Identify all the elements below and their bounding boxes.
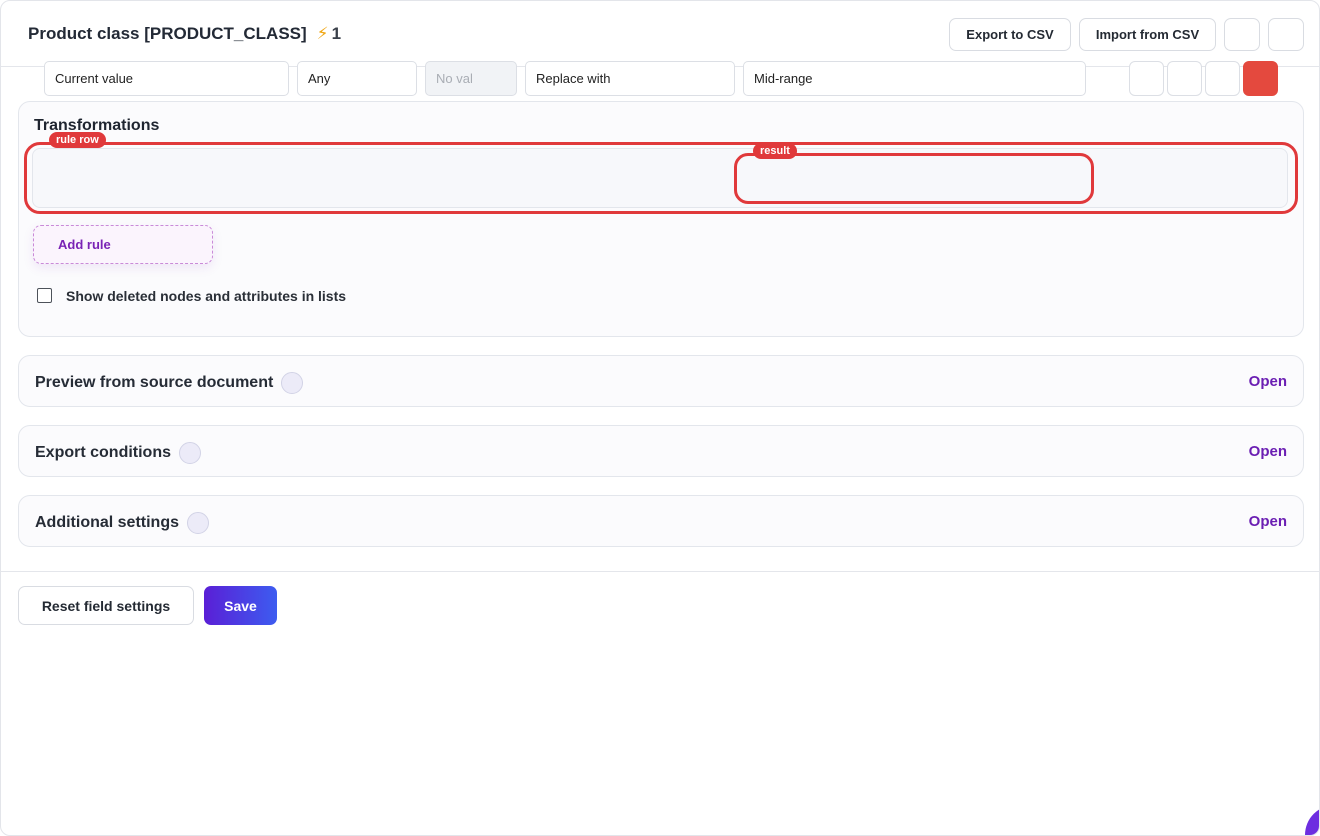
section-export-conditions-label: Export conditions <box>35 444 171 461</box>
page-title: Product class [PRODUCT_CLASS] ⚡ 1 <box>28 24 341 44</box>
duplicate-rule-button[interactable] <box>1205 61 1240 96</box>
section-export-conditions-open-link[interactable]: Open <box>1249 443 1287 460</box>
section-export-conditions-title: Export conditions <box>35 442 201 464</box>
save-button[interactable]: Save <box>204 586 277 625</box>
panel-header: Product class [PRODUCT_CLASS] ⚡ 1 Export t… <box>1 1 1319 67</box>
rule-row-tag: rule row <box>49 132 106 148</box>
icon-button-2[interactable] <box>1268 18 1304 51</box>
page-title-text: Product class [PRODUCT_CLASS] <box>28 24 307 43</box>
section-additional-settings: Additional settings Open <box>18 495 1304 547</box>
result-input[interactable]: Mid-range <box>743 61 1086 96</box>
section-preview: Preview from source document Open <box>18 355 1304 407</box>
section-preview-open-link[interactable]: Open <box>1249 373 1287 390</box>
section-additional-settings-label: Additional settings <box>35 514 179 531</box>
section-additional-settings-open-link[interactable]: Open <box>1249 513 1287 530</box>
section-additional-settings-title: Additional settings <box>35 512 209 534</box>
info-dot-icon <box>281 372 304 394</box>
section-export-conditions: Export conditions Open <box>18 425 1304 477</box>
source-select[interactable]: Current value <box>44 61 289 96</box>
result-tag: result <box>753 143 797 159</box>
info-dot-icon <box>179 442 201 464</box>
add-rule-button[interactable]: Add rule <box>33 225 213 264</box>
import-csv-button[interactable]: Import from CSV <box>1079 18 1216 51</box>
show-deleted-checkbox[interactable] <box>37 288 52 303</box>
field-settings-panel: Product class [PRODUCT_CLASS] ⚡ 1 Export t… <box>0 0 1320 836</box>
action-select[interactable]: Replace with <box>525 61 735 96</box>
info-dot-icon <box>187 512 209 534</box>
move-up-button[interactable] <box>1129 61 1164 96</box>
condition-value-input[interactable]: No val <box>425 61 517 96</box>
section-preview-title: Preview from source document <box>35 372 304 394</box>
delete-rule-button[interactable] <box>1243 61 1278 96</box>
move-down-button[interactable] <box>1167 61 1202 96</box>
export-csv-button[interactable]: Export to CSV <box>949 18 1071 51</box>
floating-action-button[interactable] <box>1305 805 1319 835</box>
rule-count: 1 <box>331 24 342 43</box>
reset-field-settings-button[interactable]: Reset field settings <box>18 586 194 625</box>
section-preview-label: Preview from source document <box>35 374 274 391</box>
footer-divider <box>1 571 1319 572</box>
icon-button-1[interactable] <box>1224 18 1260 51</box>
condition-select[interactable]: Any <box>297 61 417 96</box>
bolt-icon: ⚡ <box>316 24 329 43</box>
show-deleted-label: Show deleted nodes and attributes in lis… <box>66 288 347 304</box>
rule-row <box>32 148 1288 208</box>
